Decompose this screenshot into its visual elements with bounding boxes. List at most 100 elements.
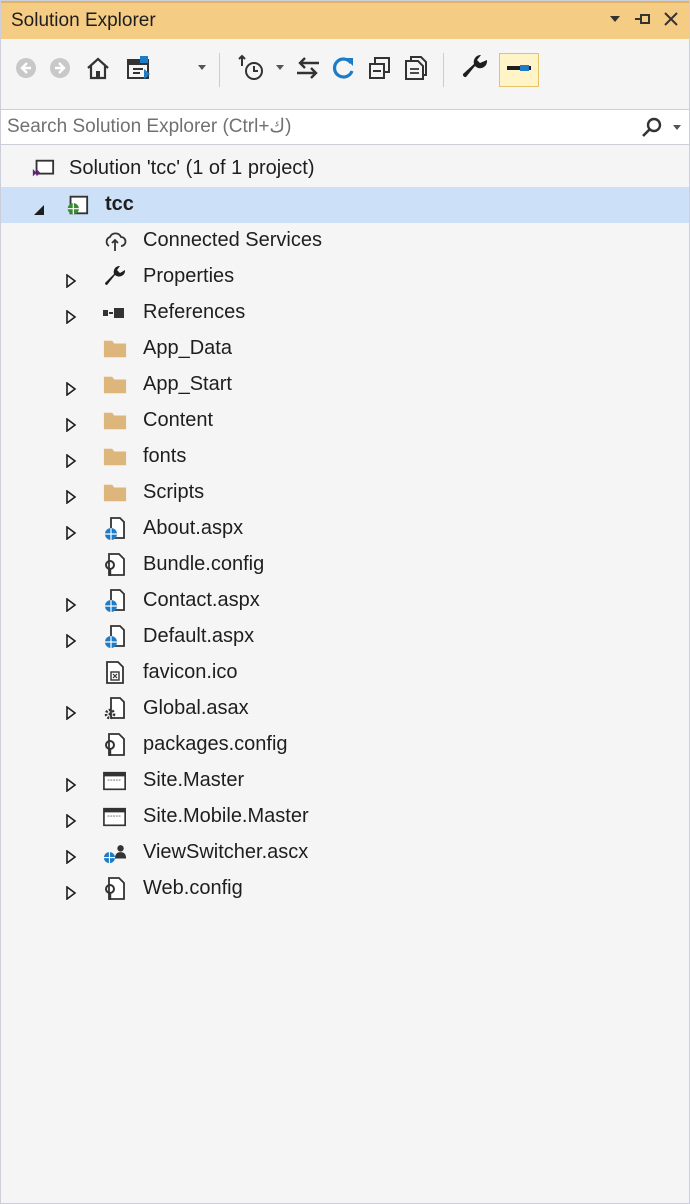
home-icon: [85, 56, 111, 85]
master-page-icon: [103, 804, 127, 830]
switch-views-button[interactable]: [121, 53, 161, 87]
sync-with-active-document-button[interactable]: [291, 53, 325, 87]
pending-changes-dropdown-arrow[interactable]: [276, 65, 284, 70]
tree-item-references[interactable]: References: [1, 295, 689, 331]
search-options-dropdown-arrow[interactable]: [673, 125, 681, 130]
properties-button[interactable]: [455, 53, 495, 87]
expand-arrow-icon[interactable]: [65, 775, 77, 793]
tree-item-label: Web.config: [143, 877, 243, 899]
collapse-all-button[interactable]: [363, 53, 397, 87]
tree-item-favicon-ico[interactable]: favicon.ico: [1, 655, 689, 691]
preview-pane-icon: [505, 60, 533, 81]
expand-arrow-icon[interactable]: [65, 811, 77, 829]
pin-icon[interactable]: [633, 8, 653, 30]
window-position-dropdown-icon[interactable]: [605, 8, 625, 30]
show-all-files-button[interactable]: [399, 53, 433, 87]
collapse-arrow-icon[interactable]: [33, 199, 45, 215]
expand-arrow-icon[interactable]: [65, 487, 77, 505]
tree-item-label: App_Data: [143, 337, 232, 359]
tree-item-label: Scripts: [143, 481, 205, 503]
user-control-icon: [103, 840, 127, 866]
tree-item-label: Contact.aspx: [143, 589, 260, 611]
ico-file-icon: [103, 660, 127, 686]
title-bar: Solution Explorer: [1, 1, 689, 39]
toolbar-separator: [443, 53, 444, 87]
tree-item-site-master[interactable]: Site.Master: [1, 763, 689, 799]
tree-item-label: About.aspx: [143, 517, 244, 539]
preview-selected-items-button[interactable]: [499, 53, 539, 87]
tree-item-label: References: [143, 301, 246, 323]
switch-views-dropdown-arrow[interactable]: [198, 65, 206, 70]
tree-item-contact-aspx[interactable]: Contact.aspx: [1, 583, 689, 619]
tree-project-node[interactable]: tcc: [1, 187, 689, 223]
sync-arrows-icon: [295, 56, 321, 85]
asax-file-icon: [103, 696, 127, 722]
search-icon[interactable]: [641, 116, 663, 143]
tree-item-bundle-config[interactable]: Bundle.config: [1, 547, 689, 583]
config-file-icon: [103, 552, 127, 578]
project-label: tcc: [105, 193, 134, 215]
tree-item-label: fonts: [143, 445, 187, 467]
solution-label: Solution 'tcc' (1 of 1 project): [69, 157, 315, 179]
refresh-button[interactable]: [327, 53, 361, 87]
tree-item-label: Content: [143, 409, 214, 431]
expand-arrow-icon[interactable]: [65, 379, 77, 397]
tree-item-label: Connected Services: [143, 229, 322, 251]
expand-arrow-icon[interactable]: [65, 631, 77, 649]
tree-solution-node[interactable]: Solution 'tcc' (1 of 1 project): [1, 151, 689, 187]
tree-item-label: Bundle.config: [143, 553, 265, 575]
tree-item-label: packages.config: [143, 733, 288, 755]
tree-item-fonts[interactable]: fonts: [1, 439, 689, 475]
expand-arrow-icon[interactable]: [65, 307, 77, 325]
toolbar-separator: [219, 53, 220, 87]
tree-item-site-mobile-master[interactable]: Site.Mobile.Master: [1, 799, 689, 835]
toolbar: [1, 39, 689, 109]
search-input[interactable]: [1, 110, 621, 144]
tree-item-viewswitcher-ascx[interactable]: ViewSwitcher.ascx: [1, 835, 689, 871]
close-icon[interactable]: [661, 8, 681, 30]
wrench-icon: [461, 54, 489, 87]
folder-icon: [103, 444, 127, 470]
solution-tree: Solution 'tcc' (1 of 1 project) tcc Conn…: [1, 151, 689, 907]
tree-item-content[interactable]: Content: [1, 403, 689, 439]
expand-arrow-icon[interactable]: [65, 523, 77, 541]
expand-arrow-icon[interactable]: [65, 451, 77, 469]
pending-changes-filter-button[interactable]: [233, 53, 271, 87]
tree-item-web-config[interactable]: Web.config: [1, 871, 689, 907]
tree-item-properties[interactable]: Properties: [1, 259, 689, 295]
tree-item-default-aspx[interactable]: Default.aspx: [1, 619, 689, 655]
pending-changes-filter-icon: [238, 54, 266, 87]
tree-item-label: Properties: [143, 265, 235, 287]
tree-item-label: Default.aspx: [143, 625, 255, 647]
references-icon: [103, 300, 127, 326]
aspx-file-icon: [103, 516, 127, 542]
window-title: Solution Explorer: [11, 10, 156, 31]
tree-item-label: favicon.ico: [143, 661, 238, 683]
tree-item-scripts[interactable]: Scripts: [1, 475, 689, 511]
home-button[interactable]: [81, 53, 115, 87]
solution-icon: [31, 156, 55, 182]
tree-item-about-aspx[interactable]: About.aspx: [1, 511, 689, 547]
tree-item-global-asax[interactable]: Global.asax: [1, 691, 689, 727]
tree-item-app-start[interactable]: App_Start: [1, 367, 689, 403]
expand-arrow-icon[interactable]: [65, 595, 77, 613]
solution-explorer-panel: Solution Explorer Search Solution Explor…: [0, 0, 690, 1204]
config-file-icon: [103, 876, 127, 902]
expand-arrow-icon[interactable]: [65, 703, 77, 721]
master-page-icon: [103, 768, 127, 794]
back-icon: [15, 57, 37, 84]
folder-icon: [103, 372, 127, 398]
expand-arrow-icon[interactable]: [65, 415, 77, 433]
tree-item-app-data[interactable]: App_Data: [1, 331, 689, 367]
tree-item-label: ViewSwitcher.ascx: [143, 841, 309, 863]
expand-arrow-icon[interactable]: [65, 847, 77, 865]
forward-button[interactable]: [45, 53, 75, 87]
expand-arrow-icon[interactable]: [65, 271, 77, 289]
tree-item-packages-config[interactable]: packages.config: [1, 727, 689, 763]
forward-icon: [49, 57, 71, 84]
back-button[interactable]: [11, 53, 41, 87]
config-file-icon: [103, 732, 127, 758]
tree-item-connected-services[interactable]: Connected Services: [1, 223, 689, 259]
expand-arrow-icon[interactable]: [65, 883, 77, 901]
aspx-file-icon: [103, 588, 127, 614]
